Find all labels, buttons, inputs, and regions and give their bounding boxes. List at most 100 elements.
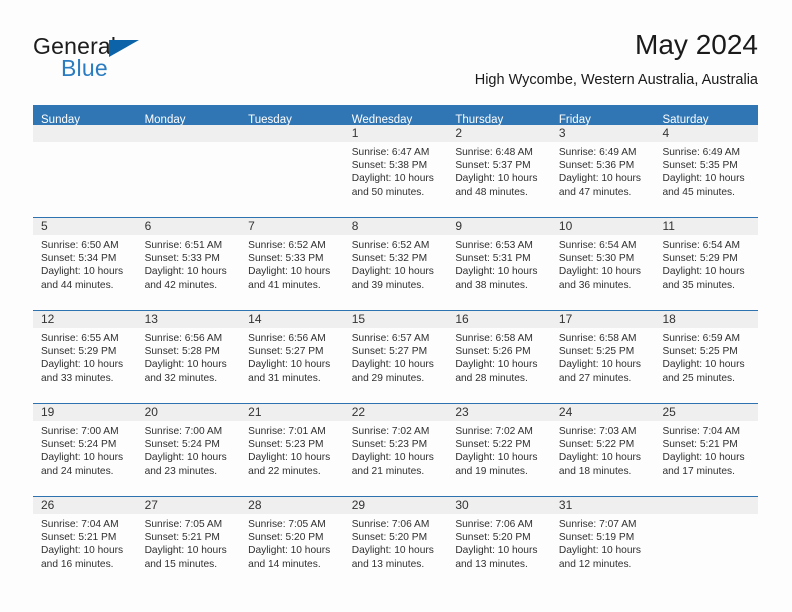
day-number: 7 [240,218,344,235]
day-detail-sunrise: Sunrise: 7:04 AM [41,519,119,530]
day-number: 14 [240,311,344,328]
day-detail-daylight1: Daylight: 10 hours [144,266,227,278]
day-number: 8 [343,218,448,235]
day-detail-daylight1: Daylight: 10 hours [248,452,331,464]
day-of-week-header-thursday: Thursday [455,114,504,125]
calendar-day-cell[interactable]: 3 Sunrise: 6:49 AM Sunset: 5:36 PM Daylight… [550,125,655,217]
day-detail-sunset: Sunset: 5:21 PM [41,532,117,544]
day-detail-daylight1: Daylight: 10 hours [558,545,642,557]
calendar-day-cell[interactable]: 6 Sunrise: 6:51 AM Sunset: 5:33 PM Daylight… [136,218,241,310]
calendar-week-row: 1 Sunrise: 6:47 AM Sunset: 5:38 PM Daylight… [33,125,759,217]
day-detail-daylight2: and 23 minutes. [144,465,218,477]
day-detail-sunrise: Sunrise: 6:49 AM [662,147,741,158]
calendar-day-cell[interactable]: 7 Sunrise: 6:52 AM Sunset: 5:33 PM Daylight… [240,218,344,310]
day-detail-daylight1: Daylight: 10 hours [455,173,538,185]
day-detail-sunrise: Sunrise: 7:06 AM [455,519,533,530]
day-number: 15 [343,311,448,328]
calendar-day-cell[interactable]: 21 Sunrise: 7:01 AM Sunset: 5:23 PM Dayligh… [240,404,344,496]
calendar-grid: Sunday Monday Tuesday Wednesday Thursday Frid… [33,105,759,589]
calendar-day-cell[interactable]: 25 Sunrise: 7:04 AM Sunset: 5:21 PM Dayligh… [654,404,759,496]
day-detail-daylight1: Daylight: 10 hours [455,545,538,557]
calendar-day-cell[interactable]: 14 Sunrise: 6:56 AM Sunset: 5:27 PM Dayligh… [240,311,344,403]
calendar-day-cell[interactable]: 31 Sunrise: 7:07 AM Sunset: 5:19 PM Dayligh… [550,497,655,589]
day-detail-daylight2: and 16 minutes. [41,558,114,570]
day-detail-sunrise: Sunrise: 7:05 AM [144,519,223,530]
calendar-day-cell[interactable]: 5 Sunrise: 6:50 AM Sunset: 5:34 PM Daylight… [33,218,137,310]
calendar-day-cell[interactable]: 26 Sunrise: 7:04 AM Sunset: 5:21 PM Dayligh… [33,497,137,589]
day-details: Sunrise: 7:06 AM Sunset: 5:20 PM Daylight:… [344,514,448,571]
page-title: May 2024 [635,29,758,60]
calendar-day-cell[interactable]: 24 Sunrise: 7:03 AM Sunset: 5:22 PM Dayligh… [550,404,655,496]
day-details: Sunrise: 6:58 AM Sunset: 5:25 PM Daylight:… [551,328,655,385]
day-detail-sunrise: Sunrise: 6:53 AM [455,240,533,251]
calendar-day-cell[interactable]: 23 Sunrise: 7:02 AM Sunset: 5:22 PM Dayligh… [447,404,551,496]
day-detail-sunset: Sunset: 5:22 PM [558,439,635,451]
day-detail-sunrise: Sunrise: 7:00 AM [41,426,119,437]
calendar-day-cell[interactable]: 4 Sunrise: 6:49 AM Sunset: 5:35 PM Daylight… [654,125,759,217]
calendar-day-cell[interactable]: 10 Sunrise: 6:54 AM Sunset: 5:30 PM Dayligh… [550,218,655,310]
calendar-day-cell[interactable]: 13 Sunrise: 6:56 AM Sunset: 5:28 PM Dayligh… [136,311,241,403]
day-details: Sunrise: 6:53 AM Sunset: 5:31 PM Daylight:… [447,235,551,292]
day-detail-sunset: Sunset: 5:25 PM [558,346,635,358]
calendar-week-row: 5 Sunrise: 6:50 AM Sunset: 5:34 PM Daylight… [33,217,759,310]
day-detail-sunrise: Sunrise: 7:00 AM [144,426,223,437]
day-number: 16 [447,311,551,328]
calendar-day-cell[interactable]: 19 Sunrise: 7:00 AM Sunset: 5:24 PM Dayligh… [33,404,137,496]
day-details: Sunrise: 6:49 AM Sunset: 5:36 PM Daylight:… [551,142,655,199]
day-detail-daylight2: and 15 minutes. [144,558,218,570]
day-detail-daylight2: and 18 minutes. [558,465,632,477]
day-number: 20 [136,404,241,421]
calendar-page: General Blue May 2024 High Wycombe, West… [0,0,792,612]
calendar-day-cell[interactable]: 30 Sunrise: 7:06 AM Sunset: 5:20 PM Dayligh… [447,497,551,589]
day-detail-daylight2: and 22 minutes. [248,465,321,477]
day-detail-daylight2: and 32 minutes. [144,372,218,384]
day-details: Sunrise: 7:07 AM Sunset: 5:19 PM Daylight:… [551,514,655,571]
day-detail-daylight2: and 39 minutes. [351,279,425,291]
day-detail-sunset: Sunset: 5:23 PM [351,439,428,451]
day-detail-daylight1: Daylight: 10 hours [558,266,642,278]
day-detail-sunset: Sunset: 5:37 PM [455,160,531,172]
day-number [136,125,241,142]
calendar-day-cell[interactable]: 18 Sunrise: 6:59 AM Sunset: 5:25 PM Dayligh… [654,311,759,403]
calendar-day-cell[interactable]: 1 Sunrise: 6:47 AM Sunset: 5:38 PM Daylight… [343,125,448,217]
calendar-day-cell[interactable]: 28 Sunrise: 7:05 AM Sunset: 5:20 PM Dayligh… [240,497,344,589]
calendar-day-cell[interactable]: 8 Sunrise: 6:52 AM Sunset: 5:32 PM Daylight… [343,218,448,310]
calendar-day-cell[interactable]: 17 Sunrise: 6:58 AM Sunset: 5:25 PM Dayligh… [550,311,655,403]
day-detail-daylight2: and 14 minutes. [248,558,321,570]
day-detail-daylight2: and 28 minutes. [455,372,528,384]
calendar-day-cell[interactable]: 29 Sunrise: 7:06 AM Sunset: 5:20 PM Dayligh… [343,497,448,589]
day-detail-sunset: Sunset: 5:24 PM [144,439,220,451]
calendar-day-cell[interactable]: 2 Sunrise: 6:48 AM Sunset: 5:37 PM Daylight… [447,125,551,217]
day-detail-daylight2: and 13 minutes. [351,558,425,570]
brand-name-blue: Blue [61,55,108,81]
calendar-day-cell-empty [240,125,344,217]
calendar-day-cell[interactable]: 15 Sunrise: 6:57 AM Sunset: 5:27 PM Dayligh… [343,311,448,403]
day-of-week-header-saturday: Saturday [662,114,709,125]
day-detail-sunset: Sunset: 5:21 PM [662,439,738,451]
day-detail-daylight2: and 47 minutes. [558,186,632,198]
calendar-day-cell[interactable]: 22 Sunrise: 7:02 AM Sunset: 5:23 PM Dayligh… [343,404,448,496]
day-detail-daylight1: Daylight: 10 hours [248,545,331,557]
day-of-week-header-tuesday: Tuesday [248,114,292,125]
calendar-weeks: 1 Sunrise: 6:47 AM Sunset: 5:38 PM Daylight… [33,125,759,589]
calendar-day-cell[interactable]: 12 Sunrise: 6:55 AM Sunset: 5:29 PM Dayligh… [33,311,137,403]
day-detail-daylight1: Daylight: 10 hours [351,359,434,371]
brand-logo[interactable]: General Blue [33,33,253,89]
day-detail-daylight2: and 31 minutes. [248,372,321,384]
day-of-week-header-friday: Friday [558,114,591,125]
day-details: Sunrise: 7:00 AM Sunset: 5:24 PM Daylight:… [33,421,137,478]
calendar-day-cell[interactable]: 16 Sunrise: 6:58 AM Sunset: 5:26 PM Dayligh… [447,311,551,403]
calendar-day-cell[interactable]: 20 Sunrise: 7:00 AM Sunset: 5:24 PM Dayligh… [136,404,241,496]
calendar-day-cell[interactable]: 9 Sunrise: 6:53 AM Sunset: 5:31 PM Daylight… [447,218,551,310]
day-number [240,125,344,142]
day-detail-daylight1: Daylight: 10 hours [144,545,227,557]
day-details: Sunrise: 6:50 AM Sunset: 5:34 PM Daylight:… [33,235,137,292]
calendar-day-cell-empty [33,125,137,217]
day-detail-daylight2: and 35 minutes. [662,279,735,291]
day-number [654,497,759,514]
calendar-day-cell[interactable]: 27 Sunrise: 7:05 AM Sunset: 5:21 PM Dayligh… [136,497,241,589]
day-detail-daylight1: Daylight: 10 hours [144,359,227,371]
day-detail-sunset: Sunset: 5:20 PM [248,532,324,544]
day-detail-sunset: Sunset: 5:31 PM [455,253,531,265]
calendar-day-cell[interactable]: 11 Sunrise: 6:54 AM Sunset: 5:29 PM Dayligh… [654,218,759,310]
